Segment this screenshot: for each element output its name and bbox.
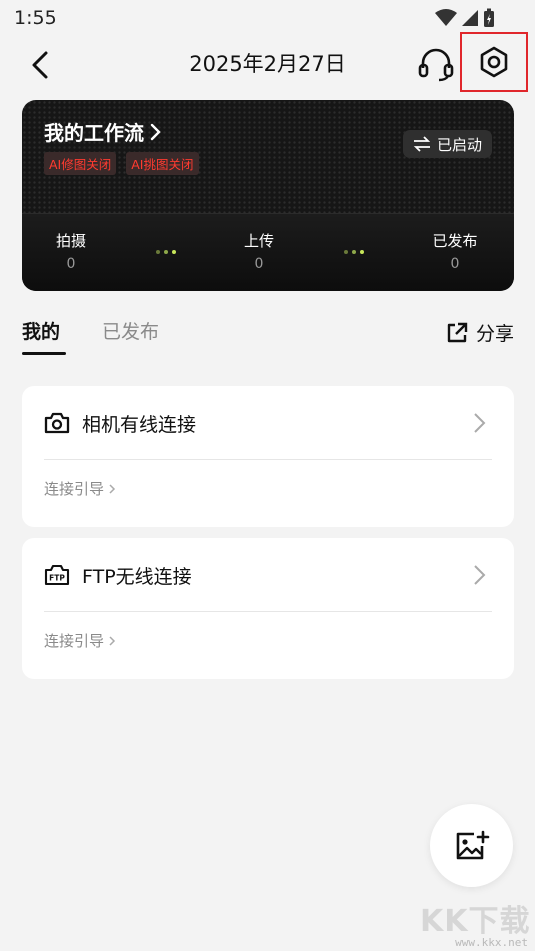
top-bar: 2025年2月27日: [0, 32, 535, 92]
stat-upload-value: 0: [254, 256, 264, 272]
stat-shoot-label: 拍摄: [55, 232, 86, 250]
stat-upload-label: 上传: [243, 232, 274, 250]
stat-shoot-value: 0: [66, 256, 76, 272]
camera-wired-connection-row[interactable]: 相机有线连接: [44, 408, 492, 438]
ai-retouch-tag: AI修图关闭: [44, 152, 117, 175]
page-title: 2025年2月27日: [189, 52, 346, 76]
stat-published-value: 0: [450, 256, 460, 272]
tab-mine[interactable]: 我的: [22, 317, 60, 344]
watermark: KK下载 www.kkx.net: [420, 896, 532, 949]
camera-icon: [44, 412, 70, 434]
settings-button[interactable]: [460, 32, 528, 92]
tab-published[interactable]: 已发布: [102, 317, 159, 344]
ftp-wireless-title: FTP无线连接: [82, 565, 192, 588]
ai-select-tag: AI挑图关闭: [126, 152, 199, 175]
ftp-icon: FTP: [44, 564, 70, 586]
customer-service-button[interactable]: [418, 48, 454, 82]
add-image-icon: [456, 830, 489, 859]
status-icons: [435, 8, 495, 28]
stat-published-label: 已发布: [432, 232, 478, 250]
tab-bar: 我的 已发布 分享: [22, 317, 514, 357]
wifi-icon: [435, 9, 457, 26]
settings-icon: [480, 46, 508, 78]
workflow-card[interactable]: 我的工作流 AI修图关闭 AI挑图关闭 已启动 拍摄 0 上传 0 已发布 0: [22, 100, 514, 291]
status-bar: 1:55: [0, 0, 535, 36]
stat-published: 已发布 0: [424, 230, 486, 272]
workflow-tags: AI修图关闭 AI挑图关闭: [44, 152, 199, 175]
camera-wired-connection-card[interactable]: 相机有线连接 连接引导: [22, 386, 514, 527]
chevron-right-icon: [150, 123, 161, 140]
share-label: 分享: [475, 323, 514, 345]
ftp-wireless-connection-card[interactable]: FTP FTP无线连接 连接引导: [22, 538, 514, 679]
add-photo-button[interactable]: [430, 804, 513, 887]
stat-shoot: 拍摄 0: [48, 230, 94, 272]
chevron-right-icon: [474, 565, 486, 585]
headset-icon: [418, 48, 454, 82]
workflow-status-label: 已启动: [436, 135, 482, 154]
chevron-right-icon: [109, 635, 116, 646]
progress-dots: [156, 250, 176, 254]
progress-dots: [344, 250, 364, 254]
camera-wired-title: 相机有线连接: [82, 413, 197, 436]
divider: [44, 611, 492, 612]
signal-icon: [462, 10, 478, 26]
camera-connection-guide-link[interactable]: 连接引导: [44, 478, 116, 499]
workflow-stats: 拍摄 0 上传 0 已发布 0: [22, 213, 514, 291]
chevron-right-icon: [109, 483, 116, 494]
guide-label: 连接引导: [44, 480, 105, 498]
switch-arrows-icon: [413, 136, 431, 152]
divider: [44, 459, 492, 460]
watermark-logo: KK下载: [420, 904, 531, 939]
workflow-status-toggle[interactable]: 已启动: [402, 130, 492, 158]
battery-icon: [484, 8, 494, 27]
ftp-wireless-connection-row[interactable]: FTP FTP无线连接: [44, 560, 492, 590]
chevron-right-icon: [474, 413, 486, 433]
share-icon: [447, 322, 468, 342]
active-tab-indicator: [22, 352, 66, 355]
ftp-icon-text: FTP: [49, 574, 65, 583]
workflow-title-label: 我的工作流: [44, 121, 144, 145]
status-time: 1:55: [14, 7, 57, 29]
share-button[interactable]: 分享: [446, 319, 514, 346]
ftp-connection-guide-link[interactable]: 连接引导: [44, 630, 116, 651]
guide-label: 连接引导: [44, 632, 105, 650]
workflow-title[interactable]: 我的工作流: [44, 117, 162, 146]
stat-upload: 上传 0: [236, 230, 282, 272]
